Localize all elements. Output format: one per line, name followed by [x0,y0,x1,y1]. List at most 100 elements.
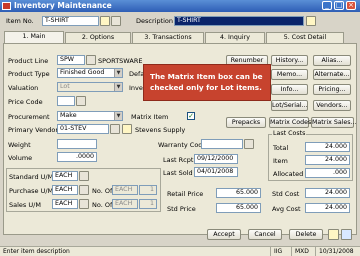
chevron-down-icon[interactable]: ▼ [114,112,122,120]
avg-cost-field[interactable]: 24.000 [305,203,350,213]
prepacks-button[interactable]: Prepacks [226,117,266,128]
purchase-qty-field[interactable]: 1 [139,185,157,195]
status-company: MXD [291,247,309,256]
status-date: 10/31/2008 [315,247,354,256]
valuation-value: Lot [60,83,70,90]
last-costs-title: Last Costs [272,130,307,137]
vendors-button[interactable]: Vendors... [313,100,351,111]
primary-vendor-label: Primary Vendor [8,126,59,134]
print-icon[interactable] [328,229,339,240]
app-icon [2,2,11,10]
weight-field[interactable] [57,139,97,149]
vendor-info-icon[interactable] [122,124,132,134]
tab-inquiry[interactable]: 4. Inquiry [205,32,265,43]
last-sold-field[interactable]: 04/01/2008 [194,167,238,177]
sales-no-of-label: No. Of [92,201,113,209]
price-code-label: Price Code [8,98,43,106]
last-rcpt-field[interactable]: 09/12/2000 [194,154,238,164]
sales-um-label: Sales U/M [9,201,41,209]
primary-vendor-name: Stevens Supply [135,126,186,134]
primary-vendor-field[interactable]: 01-STEV [57,124,109,134]
matrix-codes-button[interactable]: Matrix Codes [269,117,311,128]
avg-cost-label: Avg Cost [272,205,301,213]
retail-price-field[interactable]: 65.000 [216,188,261,198]
standard-um-field[interactable]: EACH [52,171,78,181]
help-icon[interactable] [341,229,352,240]
valuation-label: Valuation [8,84,39,92]
item-no-field[interactable]: T-SHIRT [42,16,99,26]
procurement-select[interactable]: Make ▼ [57,111,123,121]
purchase-um-lookup-icon[interactable] [79,185,89,195]
last-rcpt-label: Last Rcpt [163,156,194,164]
allocated-field[interactable]: .000 [305,168,350,178]
status-bar: Enter item description IIG MXD 10/31/200… [0,246,360,256]
close-button[interactable]: × [346,1,356,10]
product-type-label: Product Type [8,70,50,78]
minimize-button[interactable]: _ [322,1,332,10]
delete-button[interactable]: Delete [289,229,323,240]
item-cost-field[interactable]: 24.000 [305,155,350,165]
description-field[interactable]: T-SHIRT [174,16,304,26]
item-lookup-icon[interactable] [100,16,110,26]
price-code-field[interactable] [57,96,75,106]
tab-options[interactable]: 2. Options [65,32,131,43]
title-bar[interactable]: Inventory Maintenance _ □ × [0,0,360,12]
cancel-button[interactable]: Cancel [248,229,282,240]
std-price-field[interactable]: 65.000 [216,203,261,213]
matrix-item-label: Matrix Item [131,113,169,121]
standard-um-lookup-icon[interactable] [79,171,89,181]
matrix-item-checkbox[interactable]: ✓ [187,112,195,120]
sales-um-field[interactable]: EACH [52,199,78,209]
price-code-lookup-icon[interactable] [76,96,86,106]
status-user: IIG [270,247,282,256]
std-cost-field[interactable]: 24.000 [305,188,350,198]
sales-um-lookup-icon[interactable] [79,199,89,209]
item-nav-icon[interactable] [111,16,121,26]
maximize-button[interactable]: □ [334,1,344,10]
accept-button[interactable]: Accept [207,229,241,240]
product-line-lookup-icon[interactable] [86,55,96,65]
purchase-um-label: Purchase U/M [9,187,54,195]
info-button[interactable]: Info... [271,84,308,95]
volume-label: Volume [8,154,33,162]
pricing-button[interactable]: Pricing... [313,84,351,95]
retail-price-label: Retail Price [167,190,204,198]
callout-line-1: The Matrix Item box can be [150,72,263,81]
std-price-label: Std Price [167,205,196,213]
total-field[interactable]: 24.000 [305,142,350,152]
item-cost-label: Item [273,157,288,165]
product-line-label: Product Line [8,57,49,65]
history-button[interactable]: History... [271,55,308,66]
memo-button[interactable]: Memo... [271,69,308,80]
purchase-um-field[interactable]: EACH [52,185,78,195]
alias-button[interactable]: Alias... [313,55,351,66]
tab-transactions[interactable]: 3. Transactions [132,32,204,43]
tab-cost-detail[interactable]: 5. Cost Detail [266,32,344,43]
warranty-code-field[interactable] [201,139,243,149]
total-label: Total [273,144,289,152]
memo-icon[interactable] [306,16,316,26]
allocated-label: Allocated [273,170,304,178]
vendor-lookup-icon[interactable] [110,124,120,134]
alternate-button[interactable]: Alternate... [313,69,351,80]
chevron-down-icon[interactable]: ▼ [114,83,122,91]
last-sold-label: Last Sold [163,169,193,177]
item-no-label: Item No. [6,17,34,25]
purchase-no-of-label: No. Of [92,187,113,195]
warranty-lookup-icon[interactable] [244,139,254,149]
sales-qty-field[interactable]: 1 [139,199,157,209]
purchase-no-of-field[interactable]: EACH [112,185,138,195]
product-line-field[interactable]: SPW [57,55,85,65]
standard-um-label: Standard U/M [9,173,54,181]
volume-field[interactable]: .0000 [57,152,97,162]
warranty-code-label: Warranty Code [158,141,207,149]
matrix-item-callout: The Matrix Item box can be checked only … [143,64,271,101]
chevron-down-icon[interactable]: ▼ [114,69,122,77]
sales-no-of-field[interactable]: EACH [112,199,138,209]
product-type-select[interactable]: Finished Good ▼ [57,68,123,78]
status-message: Enter item description [3,248,70,255]
weight-label: Weight [8,141,31,149]
lot-serial-button[interactable]: Lot/Serial... [271,100,308,111]
valuation-select[interactable]: Lot ▼ [57,82,123,92]
matrix-sales-button[interactable]: Matrix Sales... [311,117,357,128]
